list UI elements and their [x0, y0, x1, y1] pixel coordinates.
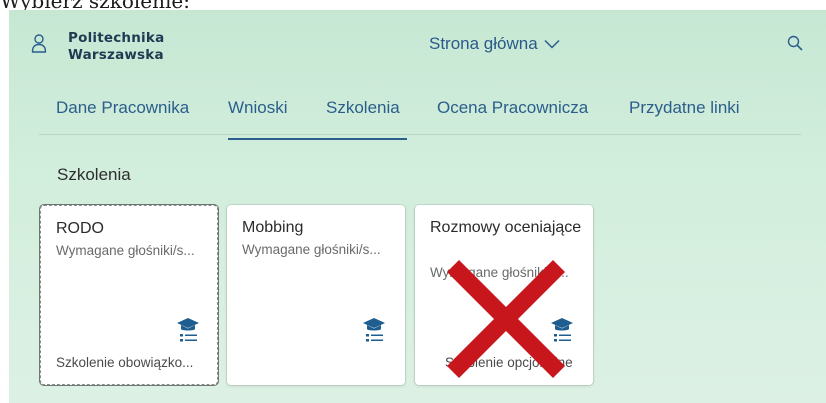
- tab-przydatne-linki[interactable]: Przydatne linki: [629, 98, 740, 118]
- selected-tab-indicator: [228, 138, 407, 140]
- page-switch-dropdown[interactable]: Strona główna: [429, 34, 560, 54]
- logo[interactable]: Politechnika Warszawska: [68, 30, 164, 64]
- tab-bar-divider: [39, 134, 801, 135]
- training-list-icon: [177, 318, 199, 342]
- tab-dane-pracownika[interactable]: Dane Pracownika: [56, 98, 189, 118]
- logo-line-2: Warszawska: [68, 47, 164, 63]
- tile-title: Mobbing: [242, 219, 304, 236]
- tile-subtitle: Wymagane głośniki/s...: [430, 265, 569, 280]
- user-icon[interactable]: [31, 33, 47, 53]
- tab-ocena-pracownicza[interactable]: Ocena Pracownicza: [437, 98, 588, 118]
- tile-title: RODO: [56, 220, 104, 237]
- training-list-icon: [363, 318, 385, 342]
- tile-footer: Szkolenie obowiązko...: [56, 355, 194, 370]
- tile-footer: Szkolenie opcjonalne: [445, 355, 573, 370]
- page-switch-label: Strona główna: [429, 34, 538, 53]
- tile-subtitle: Wymagane głośniki/s...: [242, 242, 381, 257]
- tile-mobbing[interactable]: Mobbing Wymagane głośniki/s...: [227, 205, 405, 385]
- app-frame: Politechnika Warszawska Strona główna Da…: [9, 10, 826, 403]
- tab-bar: Dane Pracownika Wnioski Szkolenia Ocena …: [9, 98, 826, 142]
- chevron-down-icon: [544, 39, 560, 49]
- training-list-icon: [551, 318, 573, 342]
- section-title: Szkolenia: [57, 165, 131, 184]
- tile-title: Rozmowy oceniające: [430, 219, 582, 236]
- shell-bar: Politechnika Warszawska Strona główna: [9, 10, 826, 80]
- tile-subtitle: Wymagane głośniki/s...: [56, 243, 195, 258]
- tab-szkolenia[interactable]: Szkolenia: [326, 98, 400, 118]
- tile-rodo[interactable]: RODO Wymagane głośniki/s... Szkolenie ob…: [40, 205, 218, 385]
- tile-rozmowy-oceniajace[interactable]: Rozmowy oceniające Wymagane głośniki/s..…: [415, 205, 593, 385]
- search-icon[interactable]: [787, 35, 803, 51]
- logo-line-1: Politechnika: [68, 30, 165, 46]
- tab-wnioski[interactable]: Wnioski: [228, 98, 288, 118]
